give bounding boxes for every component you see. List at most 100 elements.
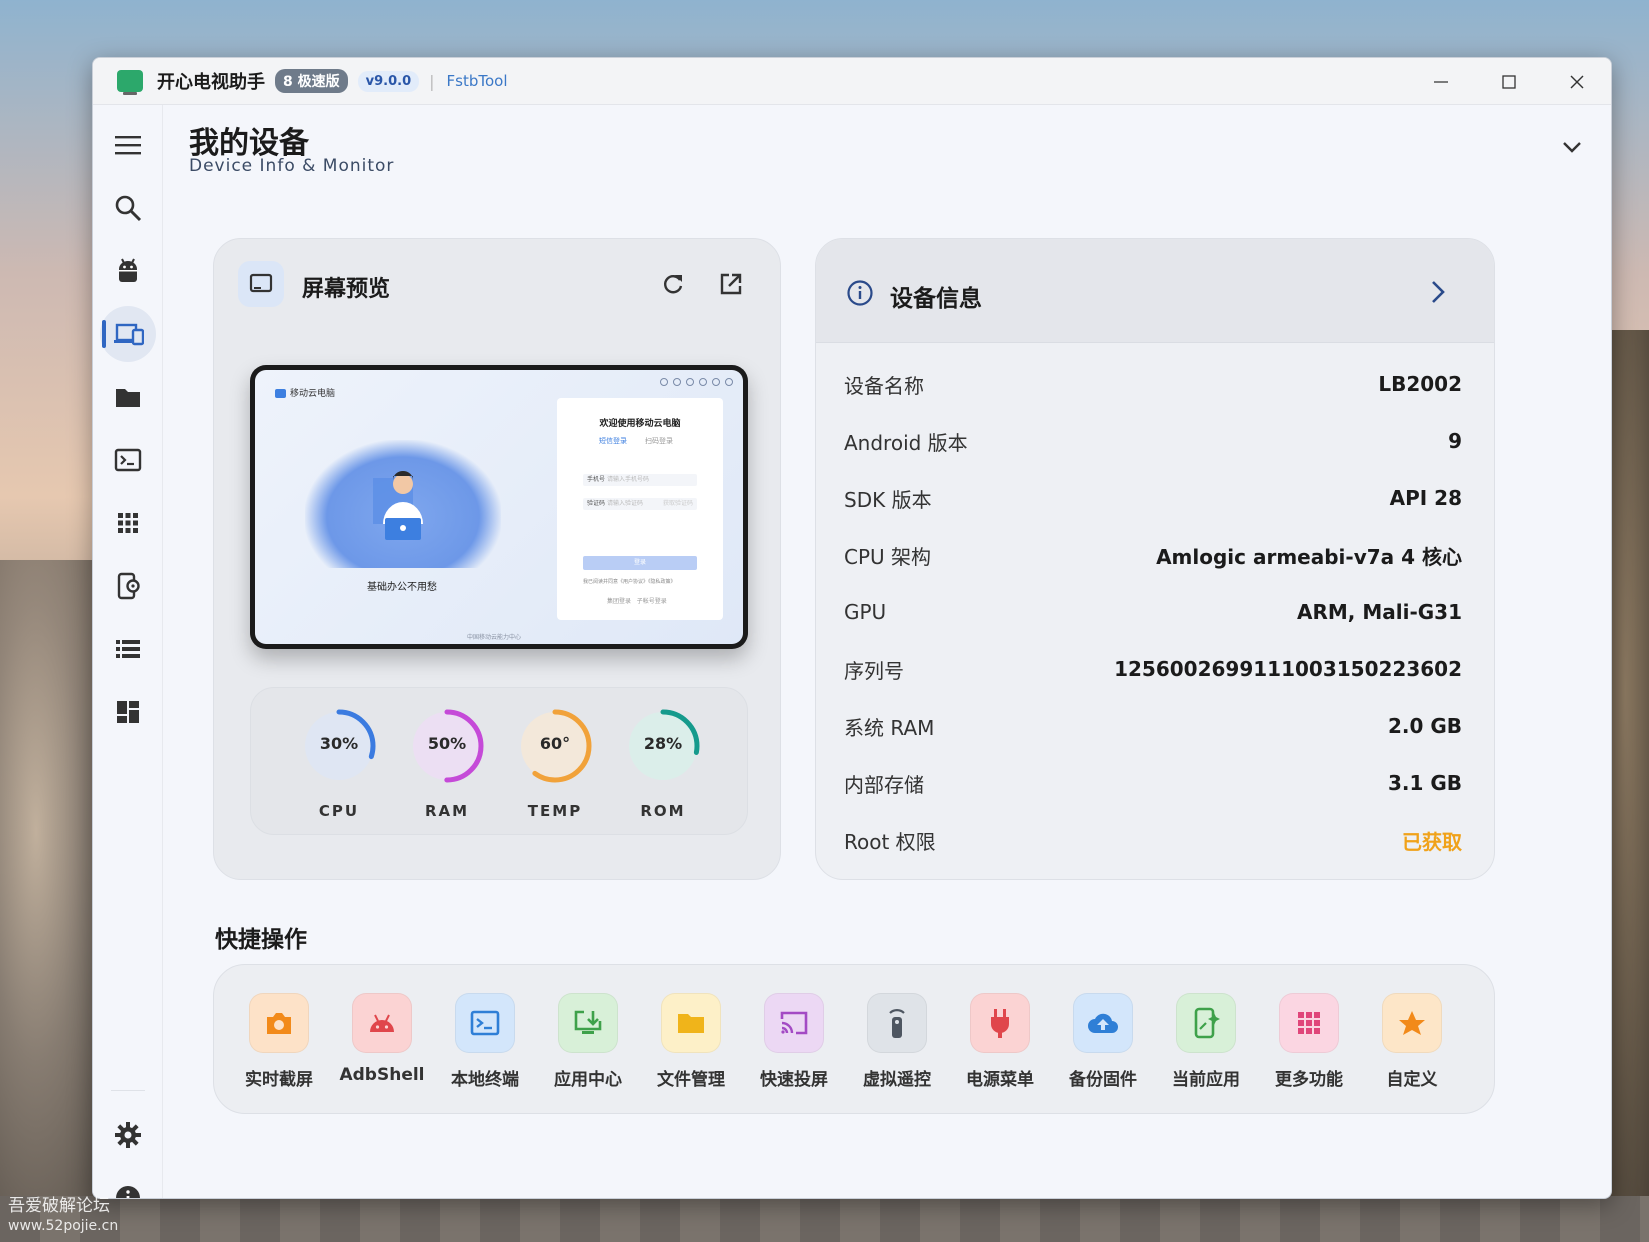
minimize-icon xyxy=(1434,80,1448,83)
sidebar-item-search[interactable] xyxy=(100,180,156,236)
screen-preview-card: 屏幕预览 移动云电脑 基础办公不用愁 欢迎使用移动云电脑 短信登录 扫码登录 手… xyxy=(213,238,781,880)
camera-icon xyxy=(267,1013,291,1034)
terminal-icon xyxy=(114,448,142,472)
chevron-down-icon xyxy=(1563,142,1581,153)
collapse-header-button[interactable] xyxy=(1555,130,1589,164)
info-outline-icon xyxy=(847,280,873,306)
quick-action-local-terminal[interactable]: 本地终端 xyxy=(440,993,530,1090)
folder-icon xyxy=(116,389,140,407)
remote-icon xyxy=(889,1009,905,1038)
gauge-cpu-label: CPU xyxy=(318,802,360,820)
current-app-icon xyxy=(1194,1007,1220,1039)
screen-person-illustration xyxy=(373,471,423,540)
screen-login-title: 欢迎使用移动云电脑 xyxy=(599,419,681,429)
sidebar-item-devices[interactable] xyxy=(100,306,156,362)
close-icon xyxy=(1570,75,1584,88)
phone-settings-icon xyxy=(117,572,140,600)
android-icon xyxy=(370,1014,394,1032)
sidebar-item-files[interactable] xyxy=(100,369,156,425)
watermark-title: 吾爱破解论坛 xyxy=(8,1196,110,1216)
info-row-root: Root 权限 已获取 xyxy=(844,820,1462,860)
title-bar[interactable]: 开心电视助手 8 极速版 v9.0.0 | FstbTool xyxy=(93,58,1611,105)
edition-badge: 8 极速版 xyxy=(275,69,348,93)
cast-icon xyxy=(780,1011,808,1035)
info-row-sdk-version: SDK 版本 API 28 xyxy=(844,486,1462,512)
screen-preview-title: 屏幕预览 xyxy=(302,277,391,302)
sidebar-item-menu[interactable] xyxy=(100,117,156,173)
sidebar-item-list[interactable] xyxy=(100,621,156,677)
screen-tab-sms: 短信登录 xyxy=(599,437,627,445)
quick-action-backup-firmware[interactable]: 备份固件 xyxy=(1058,993,1148,1090)
gear-icon xyxy=(115,1122,141,1148)
device-info-card: 设备信息 设备名称 LB2002 Android 版本 9 SDK 版本 API 28… xyxy=(815,238,1495,880)
gauge-cpu: 30% CPU xyxy=(299,706,379,820)
gauge-temp-value: 60° xyxy=(539,734,571,753)
sidebar-item-android[interactable] xyxy=(100,243,156,299)
refresh-icon xyxy=(664,275,683,294)
quick-action-adbshell[interactable]: AdbShell xyxy=(337,993,427,1085)
quick-action-app-center[interactable]: 应用中心 xyxy=(543,993,633,1090)
info-row-cpu-arch: CPU 架构 Amlogic armeabi-v7a 4 核心 xyxy=(844,544,1462,569)
sidebar-item-about[interactable] xyxy=(100,1170,156,1198)
screen-phone-field: 手机号 请输入手机号码 xyxy=(583,474,697,486)
screen-brand: 移动云电脑 xyxy=(275,386,335,399)
quick-action-power-menu[interactable]: 电源菜单 xyxy=(955,993,1045,1090)
device-screen-frame[interactable]: 移动云电脑 基础办公不用愁 欢迎使用移动云电脑 短信登录 扫码登录 手机号 请输… xyxy=(250,365,748,649)
info-row-serial: 序列号 1256002699111003150223602 xyxy=(844,657,1462,683)
quick-action-quick-cast[interactable]: 快速投屏 xyxy=(749,993,839,1090)
page-subtitle: Device Info & Monitor xyxy=(189,156,395,176)
screen-agreement: 我已阅读并同意《用户协议》《隐私政策》 xyxy=(583,579,676,585)
forum-watermark: 吾爱破解论坛 www.52pojie.cn xyxy=(8,1196,118,1236)
background-boardwalk xyxy=(0,1196,1649,1242)
quick-action-virtual-remote[interactable]: 虚拟遥控 xyxy=(852,993,942,1090)
resource-gauges: 30% CPU 50% RAM 60° TEMP 28% ROM xyxy=(250,687,748,835)
sidebar-item-apps[interactable] xyxy=(100,495,156,551)
terminal-icon xyxy=(470,1010,500,1036)
hamburger-menu-icon xyxy=(115,136,141,155)
open-external-button[interactable] xyxy=(716,269,746,299)
gauge-rom-value: 28% xyxy=(643,734,683,753)
sidebar-item-terminal[interactable] xyxy=(100,432,156,488)
screen-footer: 中国移动云能力中心 xyxy=(467,634,522,641)
quick-action-file-manager[interactable]: 文件管理 xyxy=(646,993,736,1090)
device-info-title: 设备信息 xyxy=(890,286,982,312)
version-badge: v9.0.0 xyxy=(357,70,420,92)
minimize-button[interactable] xyxy=(1407,58,1475,105)
screen-login-panel: 欢迎使用移动云电脑 短信登录 扫码登录 手机号 请输入手机号码 验证码 请输入验证… xyxy=(557,398,723,620)
device-info-header[interactable]: 设备信息 xyxy=(816,239,1494,343)
quick-actions-title: 快捷操作 xyxy=(215,927,307,953)
sidebar-item-device-settings[interactable] xyxy=(100,558,156,614)
info-row-android-version: Android 版本 9 xyxy=(844,429,1462,455)
gauge-rom: 28% ROM xyxy=(623,706,703,820)
list-icon xyxy=(116,640,140,658)
sidebar-item-dashboard[interactable] xyxy=(100,684,156,740)
refresh-preview-button[interactable] xyxy=(658,269,688,299)
gauge-temp-label: TEMP xyxy=(527,802,583,820)
open-external-icon xyxy=(720,273,742,295)
quick-action-screenshot[interactable]: 实时截屏 xyxy=(234,993,324,1090)
screen-other-login: 集团登录 子帐号登录 xyxy=(607,598,667,605)
monitor-icon xyxy=(249,273,273,293)
screen-caption: 基础办公不用愁 xyxy=(367,582,437,593)
screen-toolbar-icons xyxy=(660,378,733,386)
screen-code-field: 验证码 请输入验证码 获取验证码 xyxy=(583,498,697,510)
device-screen: 移动云电脑 基础办公不用愁 欢迎使用移动云电脑 短信登录 扫码登录 手机号 请输… xyxy=(255,370,743,644)
title-separator: | xyxy=(429,71,435,91)
close-button[interactable] xyxy=(1543,58,1611,105)
chevron-right-icon[interactable] xyxy=(1430,279,1446,305)
gauge-ram-value: 50% xyxy=(427,734,467,753)
quick-action-more-features[interactable]: 更多功能 xyxy=(1264,993,1354,1090)
app-logo-icon xyxy=(117,70,143,95)
quick-action-current-app[interactable]: 当前应用 xyxy=(1161,993,1251,1090)
screen-login-button: 登录 xyxy=(583,556,697,570)
info-row-device-name: 设备名称 LB2002 xyxy=(844,372,1462,398)
app-title: 开心电视助手 xyxy=(157,72,265,93)
gauge-ram-label: RAM xyxy=(424,802,470,820)
maximize-icon xyxy=(1502,74,1516,89)
quick-action-custom[interactable]: 自定义 xyxy=(1367,993,1457,1090)
maximize-button[interactable] xyxy=(1475,58,1543,105)
gauge-temp: 60° TEMP xyxy=(515,706,595,820)
watermark-url: www.52pojie.cn xyxy=(8,1218,119,1234)
info-row-ram: 系统 RAM 2.0 GB xyxy=(844,714,1462,740)
sidebar-item-settings[interactable] xyxy=(100,1107,156,1163)
